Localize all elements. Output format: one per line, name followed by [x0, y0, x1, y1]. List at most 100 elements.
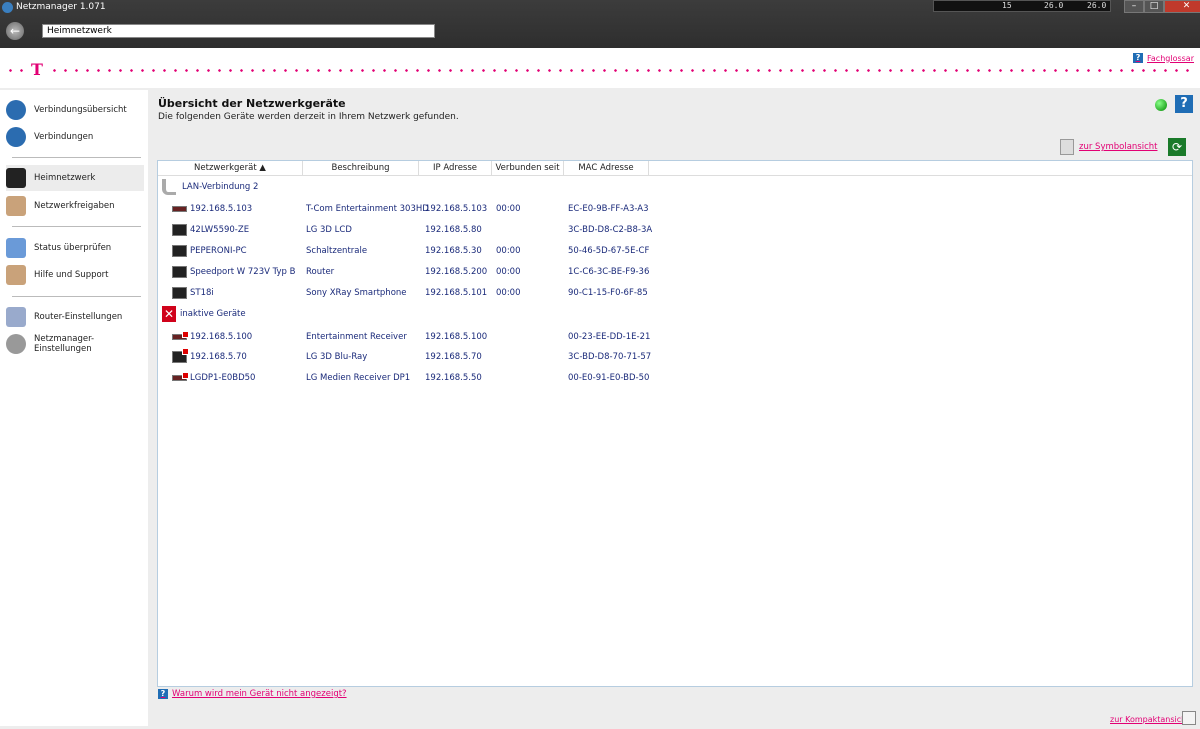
col-ip[interactable]: IP Adresse: [419, 161, 492, 176]
table-row[interactable]: 192.168.5.103 T-Com Entertainment 303HD 19…: [158, 199, 1192, 219]
compact-view-icon[interactable]: [1182, 711, 1196, 725]
compact-view-link[interactable]: zur Kompaktansicht: [1110, 715, 1189, 724]
table-row[interactable]: 192.168.5.100 Entertainment Receiver 192.1…: [158, 327, 1192, 347]
device-ip: 192.168.5.100: [425, 332, 488, 342]
gear-icon: [6, 334, 26, 354]
device-mac: 00-23-EE-DD-1E-21: [568, 332, 651, 342]
minimize-button[interactable]: –: [1124, 0, 1144, 13]
router-settings-icon: [6, 307, 26, 327]
col-netzwerkgeraet[interactable]: Netzwerkgerät ▲: [158, 161, 303, 176]
divider: [12, 157, 141, 158]
device-ip: 192.168.5.101: [425, 288, 488, 298]
table-row[interactable]: ST18i Sony XRay Smartphone 192.168.5.101 00…: [158, 283, 1192, 303]
group-label: inaktive Geräte: [180, 309, 246, 319]
app-icon: [2, 2, 13, 13]
device-icon: [172, 266, 187, 278]
device-icon: [172, 372, 189, 381]
tray-temp-2: 26.0: [1087, 1, 1107, 10]
sidebar-item-router[interactable]: Router-Einstellungen: [6, 304, 144, 330]
refresh-button[interactable]: ⟳: [1168, 138, 1186, 156]
device-icon: [172, 206, 187, 212]
device-description: Schaltzentrale: [306, 246, 368, 256]
device-description: LG 3D Blu-Ray: [306, 352, 368, 362]
device-ip: 192.168.5.80: [425, 225, 482, 235]
device-ip: 192.168.5.50: [425, 373, 482, 383]
device-mac: 90-C1-15-F0-6F-85: [568, 288, 648, 298]
back-button[interactable]: ←: [6, 22, 24, 40]
brand-header: T ? Fachglossar: [0, 48, 1200, 88]
why-not-shown-link[interactable]: ? Warum wird mein Gerät nicht angezeigt?: [158, 689, 347, 699]
network-share-icon: [6, 196, 26, 216]
nav-label: Hilfe und Support: [34, 270, 109, 280]
help-button[interactable]: ?: [1175, 95, 1193, 113]
device-icon: [172, 331, 189, 340]
maximize-button[interactable]: □: [1144, 0, 1164, 13]
nav-label: Status überprüfen: [34, 243, 112, 253]
device-description: Sony XRay Smartphone: [306, 288, 407, 298]
sidebar-item-status[interactable]: Status überprüfen: [6, 235, 144, 261]
symbol-view-link[interactable]: zur Symbolansicht: [1060, 139, 1158, 155]
table-row[interactable]: 192.168.5.70 LG 3D Blu-Ray 192.168.5.70 3C-…: [158, 347, 1192, 367]
device-table: Netzwerkgerät ▲ Beschreibung IP Adresse …: [157, 160, 1193, 687]
device-ip: 192.168.5.70: [425, 352, 482, 362]
glossar-link[interactable]: ? Fachglossar: [1133, 53, 1194, 63]
device-mac: 1C-C6-3C-BE-F9-36: [568, 267, 650, 277]
col-verbunden[interactable]: Verbunden seit: [492, 161, 564, 176]
device-mac: 3C-BD-D8-C2-B8-3A: [568, 225, 653, 235]
device-mac: EC-E0-9B-FF-A3-A3: [568, 204, 649, 214]
tray-temp-1: 26.0: [1044, 1, 1064, 10]
device-description: Router: [306, 267, 335, 277]
divider: [12, 296, 141, 297]
device-icon: [172, 245, 187, 257]
glossar-label: Fachglossar: [1147, 53, 1194, 63]
device-description: T-Com Entertainment 303HD: [306, 204, 429, 214]
close-button[interactable]: ✕: [1164, 0, 1200, 13]
sidebar-item-verbindungsuebersicht[interactable]: Verbindungsübersicht: [6, 97, 144, 123]
dotted-line: [5, 69, 1195, 72]
connected-since: 00:00: [496, 288, 521, 298]
device-mac: 00-E0-91-E0-BD-50: [568, 373, 650, 383]
inactive-badge-icon: [182, 372, 189, 379]
device-name: 192.168.5.100: [190, 332, 253, 342]
divider: [12, 226, 141, 227]
sidebar-item-netzwerkfreigaben[interactable]: Netzwerkfreigaben: [6, 193, 144, 219]
help-icon: ?: [1133, 53, 1144, 63]
status-indicator-icon: [1155, 99, 1167, 111]
group-row[interactable]: LAN-Verbindung 2: [158, 177, 1192, 197]
connected-since: 00:00: [496, 246, 521, 256]
nav-label: Netzmanager-Einstellungen: [34, 334, 95, 354]
sidebar: Verbindungsübersicht Verbindungen Heimne…: [0, 90, 148, 726]
col-mac[interactable]: MAC Adresse: [564, 161, 649, 176]
table-row[interactable]: 42LW5590-ZE LG 3D LCD 192.168.5.80 3C-BD-D8…: [158, 220, 1192, 240]
device-name: 192.168.5.70: [190, 352, 247, 362]
sidebar-item-heimnetzwerk[interactable]: Heimnetzwerk: [6, 165, 144, 191]
globe-icon: [6, 100, 26, 120]
telekom-logo: T: [28, 60, 46, 79]
lan-icon: [162, 179, 176, 195]
device-name: PEPERONI-PC: [190, 246, 247, 256]
col-beschreibung[interactable]: Beschreibung: [303, 161, 419, 176]
status-check-icon: [6, 238, 26, 258]
sidebar-item-verbindungen[interactable]: Verbindungen: [6, 124, 144, 150]
table-row[interactable]: PEPERONI-PC Schaltzentrale 192.168.5.30 00:…: [158, 241, 1192, 261]
inactive-badge-icon: [182, 331, 189, 338]
page-title: Übersicht der Netzwerkgeräte: [158, 97, 346, 110]
address-field[interactable]: Heimnetzwerk: [42, 24, 435, 38]
sidebar-item-netzmanager[interactable]: Netzmanager-Einstellungen: [6, 331, 144, 357]
nav-label: Netzwerkfreigaben: [34, 201, 115, 211]
home-network-icon: [6, 168, 26, 188]
group-row[interactable]: ✕ inaktive Geräte: [158, 304, 1192, 324]
table-row[interactable]: LGDP1-E0BD50 LG Medien Receiver DP1 192.16…: [158, 368, 1192, 388]
device-name: LGDP1-E0BD50: [190, 373, 256, 383]
help-icon: ?: [158, 689, 168, 699]
table-row[interactable]: Speedport W 723V Typ B Router 192.168.5.20…: [158, 262, 1192, 282]
device-description: LG Medien Receiver DP1: [306, 373, 411, 383]
table-header: Netzwerkgerät ▲ Beschreibung IP Adresse …: [158, 161, 1192, 176]
device-ip: 192.168.5.200: [425, 267, 488, 277]
connected-since: 00:00: [496, 267, 521, 277]
device-name: 42LW5590-ZE: [190, 225, 250, 235]
sidebar-item-hilfe[interactable]: Hilfe und Support: [6, 262, 144, 288]
device-name: Speedport W 723V Typ B: [190, 267, 296, 277]
inactive-icon: ✕: [162, 306, 176, 322]
help-support-icon: [6, 265, 26, 285]
